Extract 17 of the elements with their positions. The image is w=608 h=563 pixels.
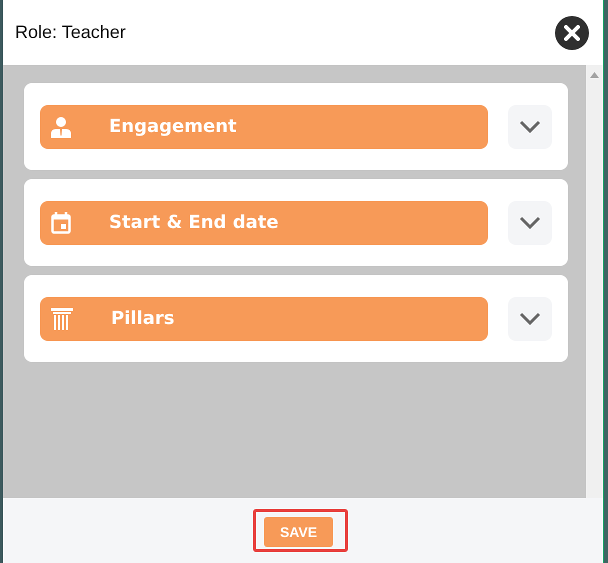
- chevron-down-icon: [519, 216, 541, 229]
- pillar-icon: [51, 308, 73, 330]
- section-header[interactable]: Pillars: [40, 296, 488, 340]
- expand-button[interactable]: [508, 296, 552, 340]
- save-button[interactable]: SAVE: [264, 517, 334, 547]
- expand-button[interactable]: [508, 200, 552, 244]
- person-icon: [51, 116, 71, 138]
- close-icon: [563, 24, 581, 42]
- calendar-icon: [51, 212, 71, 234]
- close-button[interactable]: [555, 16, 589, 50]
- scrollbar[interactable]: [586, 65, 603, 498]
- expand-button[interactable]: [508, 104, 552, 148]
- section-header[interactable]: Engagement: [40, 104, 488, 148]
- dialog-title: Role: Teacher: [15, 22, 126, 43]
- chevron-down-icon: [519, 120, 541, 133]
- chevron-down-icon: [519, 312, 541, 325]
- section-header[interactable]: Start & End date: [40, 200, 488, 244]
